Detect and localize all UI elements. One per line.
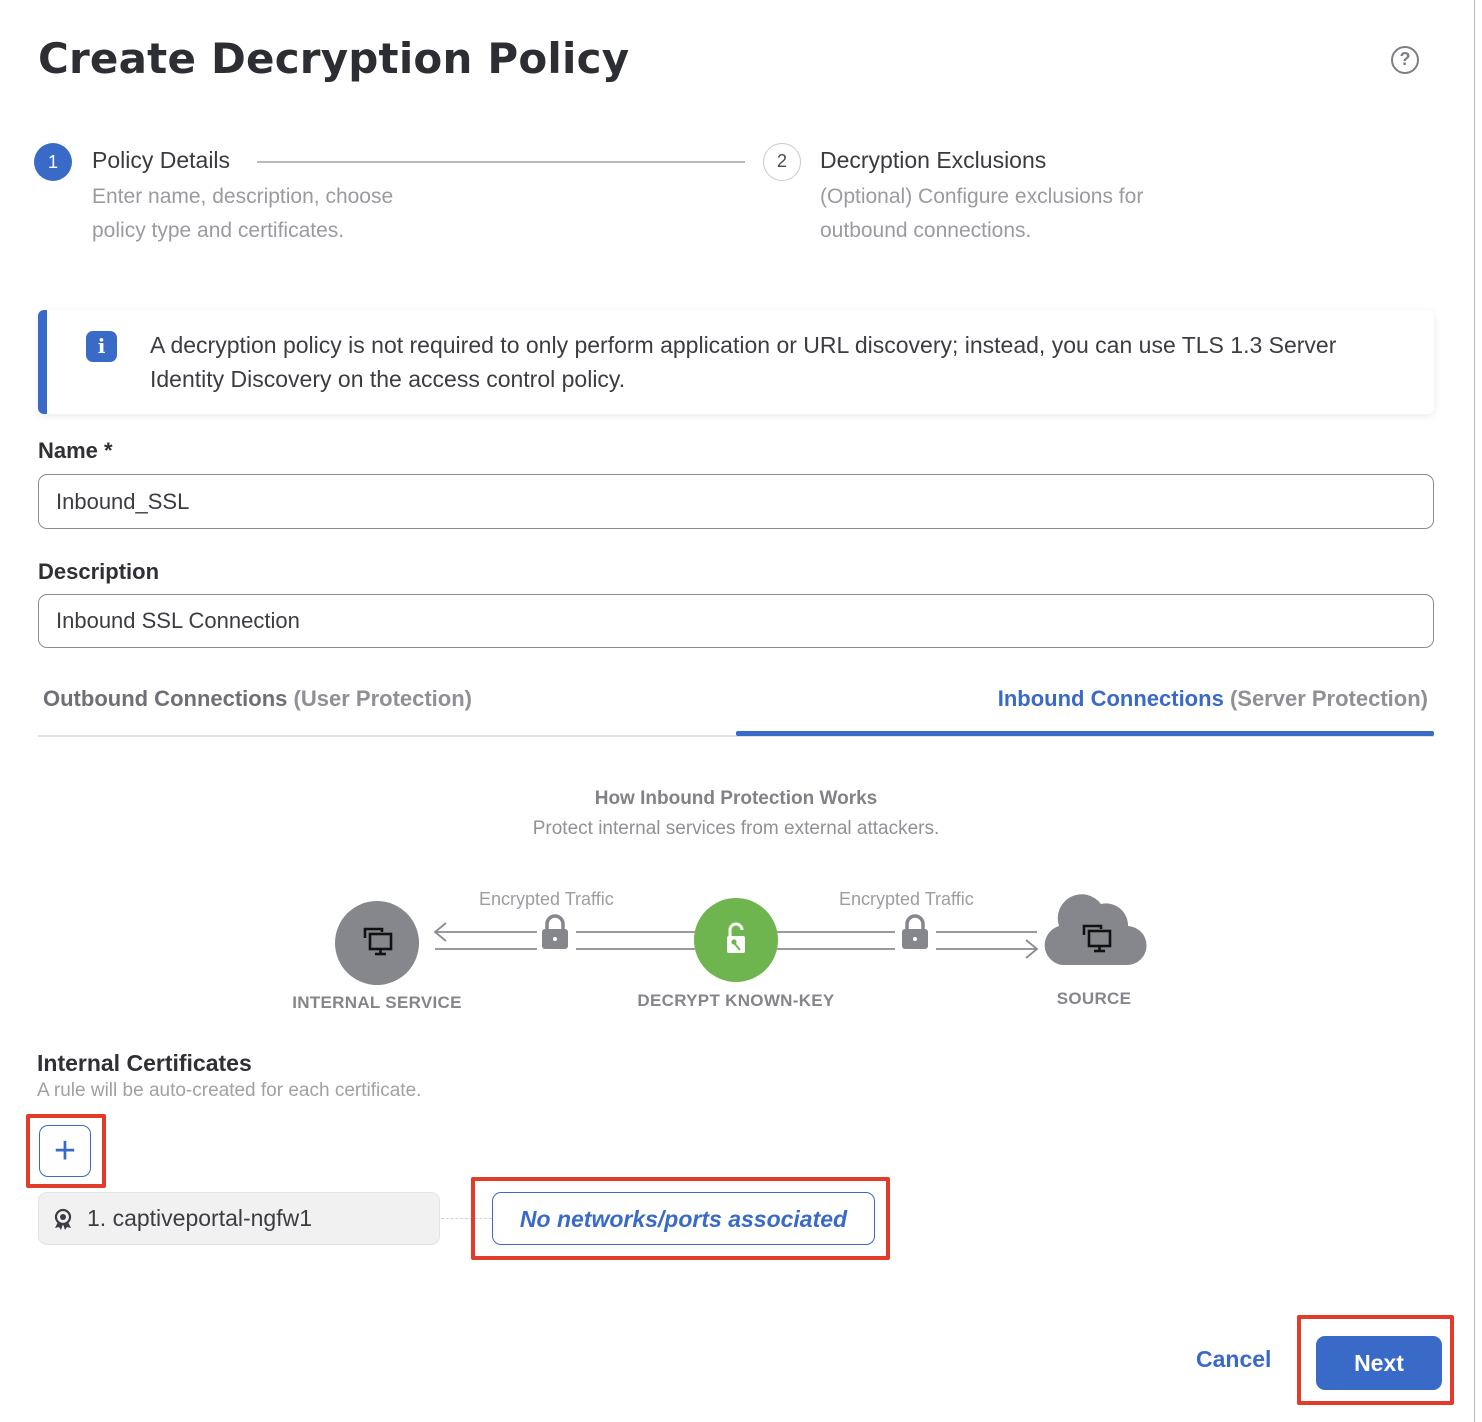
plus-icon: + (53, 1130, 77, 1172)
lock-icon (902, 914, 928, 949)
next-button[interactable]: Next (1316, 1336, 1442, 1390)
encrypted-traffic-label-left: Encrypted Traffic (479, 889, 614, 909)
decrypt-known-key-node (694, 898, 778, 982)
encrypted-traffic-label-right: Encrypted Traffic (839, 889, 974, 909)
decrypt-known-key-label: DECRYPT KNOWN-KEY (637, 991, 835, 1010)
source-label: SOURCE (1056, 989, 1132, 1008)
source-monitor-icon (1082, 924, 1112, 953)
add-certificate-button[interactable]: + (39, 1125, 91, 1177)
monitor-icon (363, 927, 393, 956)
internal-service-label: INTERNAL SERVICE (292, 993, 462, 1012)
internal-service-node (335, 901, 419, 985)
lock-icon (542, 914, 568, 949)
internal-certificates-subtitle: A rule will be auto-created for each cer… (37, 1080, 422, 1101)
certificate-list-item[interactable]: 1. captiveportal-ngfw1 (38, 1192, 440, 1245)
internal-certificates-title: Internal Certificates (37, 1050, 252, 1076)
certificate-connector (441, 1218, 492, 1219)
unlock-key-icon (727, 922, 745, 953)
associate-networks-ports-button[interactable]: No networks/ports associated (492, 1192, 875, 1245)
certificate-name: 1. captiveportal-ngfw1 (87, 1205, 313, 1231)
cancel-button[interactable]: Cancel (1196, 1346, 1271, 1373)
certificate-icon (54, 1208, 72, 1230)
